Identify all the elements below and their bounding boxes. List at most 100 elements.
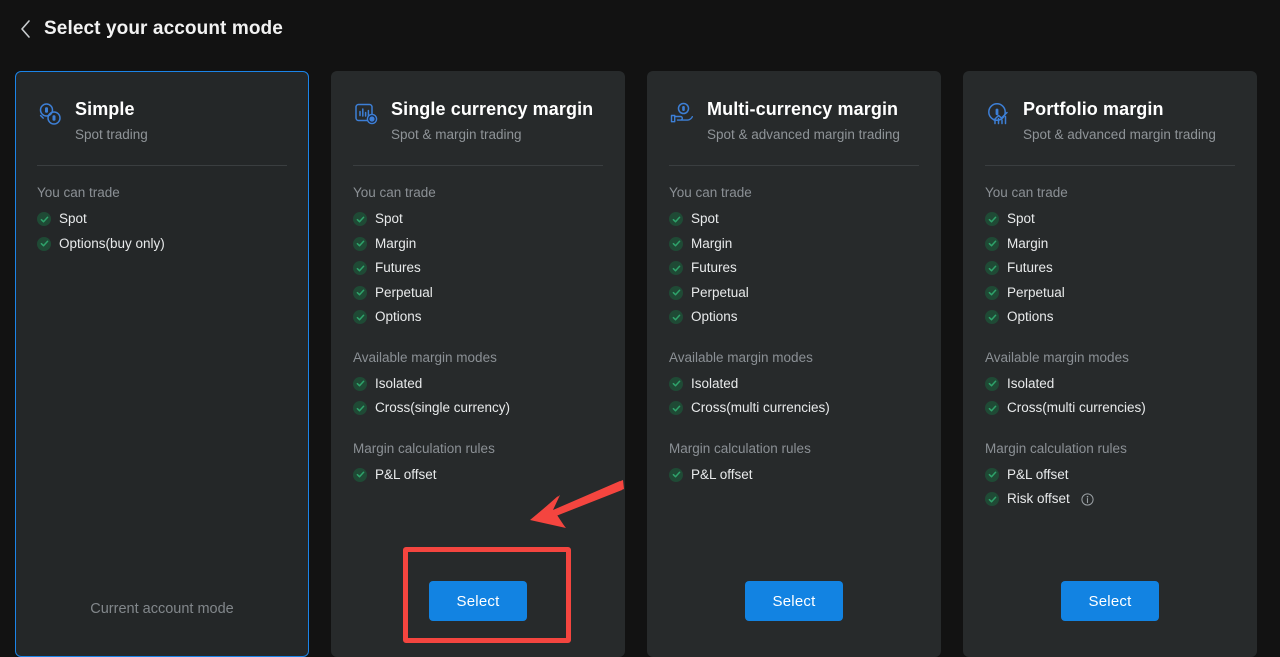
feature-row: Perpetual [353,281,603,306]
chart-coin-icon [353,101,379,127]
coin-trend-icon [985,101,1011,127]
info-icon[interactable] [1081,493,1094,506]
check-icon [985,285,999,300]
feature-label: Options [375,309,422,325]
card-title: Simple [75,99,135,119]
feature-label: Perpetual [375,284,433,300]
check-icon [985,492,999,507]
check-icon [669,310,683,325]
card-header-text: Simple Spot trading [75,97,287,145]
feature-row: Futures [353,256,603,281]
section-label: Margin calculation rules [985,440,1127,456]
feature-row: Spot [353,207,603,232]
feature-row: Futures [985,256,1235,281]
feature-row: Risk offset [985,487,1235,512]
card-subtitle: Spot & margin trading [391,127,522,142]
card-header: Simple Spot trading [37,97,287,145]
card-section: You can trade Spot Options(buy only) [37,183,287,256]
card-section: Available margin modes Isolated Cross(si… [353,348,603,421]
check-icon [669,467,683,482]
feature-label: P&L offset [691,466,753,482]
account-mode-card-multi-currency-margin[interactable]: Multi-currency margin Spot & advanced mar… [647,71,941,657]
card-divider [37,165,287,166]
feature-row: Spot [37,207,287,232]
card-header: Multi-currency margin Spot & advanced mar… [669,97,919,145]
account-mode-card-simple[interactable]: Simple Spot trading You can trade Spot Opt… [15,71,309,657]
feature-row: Cross(multi currencies) [985,396,1235,421]
feature-row: Options [985,305,1235,330]
section-label: You can trade [37,185,120,200]
check-icon [669,212,683,227]
section-label: Available margin modes [985,349,1129,365]
page-header: Select your account mode [0,0,1280,57]
feature-label: Options(buy only) [59,235,165,251]
check-icon [985,467,999,482]
check-icon [353,310,367,325]
feature-row: P&L offset [669,463,919,488]
feature-label: Margin [1007,235,1049,251]
two-coins-icon [37,101,63,127]
check-icon [353,236,367,251]
card-footer: Current account mode [16,598,308,620]
check-icon [985,261,999,276]
card-divider [985,165,1235,166]
card-section: You can trade Spot Margin Futures Perpet… [353,183,603,330]
account-mode-card-portfolio-margin[interactable]: Portfolio margin Spot & advanced margin t… [963,71,1257,657]
feature-label: Spot [59,211,87,227]
card-subtitle: Spot trading [75,127,148,142]
feature-label: Cross(multi currencies) [1007,400,1146,416]
card-section: Margin calculation rules P&L offset [669,439,919,488]
feature-row: Isolated [669,372,919,397]
feature-row: Cross(multi currencies) [669,396,919,421]
section-label: You can trade [353,185,436,200]
section-label: You can trade [669,185,752,200]
back-button[interactable] [12,16,38,42]
card-footer: Select [963,581,1257,621]
feature-row: Options(buy only) [37,232,287,257]
card-section: Margin calculation rules P&L offset Risk… [985,439,1235,512]
feature-row: Margin [353,232,603,257]
feature-label: Isolated [691,375,739,391]
feature-label: Isolated [375,375,423,391]
card-title: Portfolio margin [1023,99,1164,119]
card-subtitle: Spot & advanced margin trading [707,127,900,142]
feature-row: Spot [985,207,1235,232]
feature-row: Cross(single currency) [353,396,603,421]
card-title: Single currency margin [391,99,594,119]
account-mode-card-single-currency-margin[interactable]: Single currency margin Spot & margin trad… [331,71,625,657]
feature-label: Margin [375,235,417,251]
feature-row: Isolated [985,372,1235,397]
feature-row: P&L offset [353,463,603,488]
feature-label: Perpetual [1007,284,1065,300]
check-icon [985,310,999,325]
section-label: You can trade [985,185,1068,200]
feature-label: Risk offset [1007,491,1070,507]
select-button-portfolio-margin[interactable]: Select [1061,581,1159,621]
card-footer: Select [647,581,941,621]
card-footer: Select [331,581,625,621]
feature-row: Spot [669,207,919,232]
check-icon [353,401,367,416]
card-section: You can trade Spot Margin Futures Perpet… [669,183,919,330]
feature-label: Futures [691,260,737,276]
card-title: Multi-currency margin [707,99,899,119]
page-title: Select your account mode [44,17,283,39]
select-button-single-currency-margin[interactable]: Select [429,581,527,621]
feature-label: Futures [375,260,421,276]
card-header: Single currency margin Spot & margin trad… [353,97,603,145]
card-section: Available margin modes Isolated Cross(mu… [669,348,919,421]
check-icon [353,261,367,276]
feature-row: Margin [985,232,1235,257]
check-icon [37,236,51,251]
check-icon [353,212,367,227]
feature-row: Options [669,305,919,330]
check-icon [669,401,683,416]
check-icon [985,376,999,391]
section-label: Margin calculation rules [353,440,495,456]
chevron-left-icon [19,19,32,39]
check-icon [669,376,683,391]
select-button-multi-currency-margin[interactable]: Select [745,581,843,621]
feature-row: Options [353,305,603,330]
section-label: Available margin modes [353,349,497,365]
feature-label: Cross(multi currencies) [691,400,830,416]
